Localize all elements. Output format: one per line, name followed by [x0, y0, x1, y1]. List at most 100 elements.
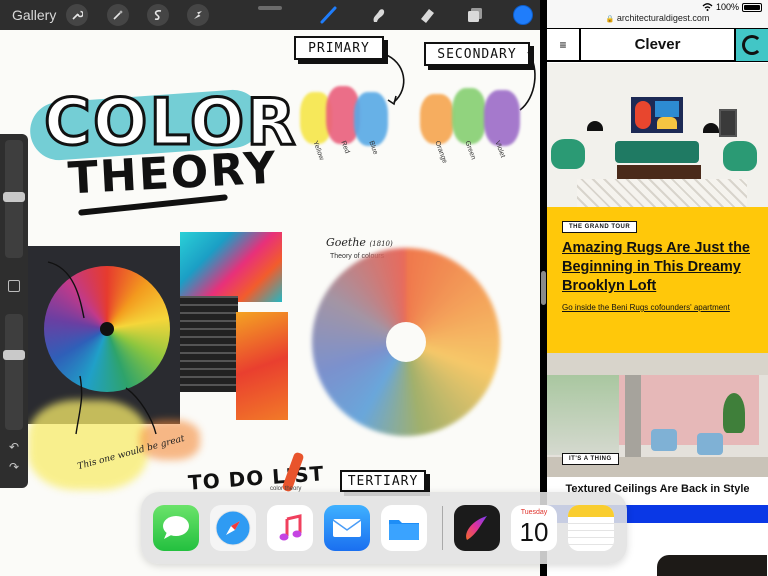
color-picker-button[interactable] — [513, 5, 533, 25]
article1-dek[interactable]: Go inside the Beni Rugs cofounders' apar… — [562, 303, 767, 312]
hamburger-menu-button[interactable]: ≡ — [547, 29, 581, 61]
battery-percent: 100% — [715, 2, 739, 12]
primary-banner: PRIMARY — [294, 36, 384, 60]
opacity-thumb[interactable] — [3, 350, 25, 360]
plant — [723, 393, 745, 433]
transform-arrow-icon — [194, 11, 202, 19]
notes-app[interactable] — [568, 505, 614, 551]
right-frame — [719, 109, 737, 137]
eraser-button[interactable] — [416, 4, 438, 26]
url-text: architecturaldigest.com — [616, 13, 710, 23]
wifi-icon — [702, 3, 713, 11]
primary-label: PRIMARY — [308, 40, 370, 56]
mail-app[interactable] — [324, 505, 370, 551]
swatch-orange — [420, 94, 454, 144]
pillow — [657, 555, 767, 576]
status-indicators: 100% — [702, 2, 762, 12]
procreate-toolbar: Gallery — [0, 0, 540, 30]
coffee-table — [617, 165, 701, 179]
article1-card[interactable]: THE GRAND TOUR Amazing Rugs Are Just the… — [547, 207, 768, 353]
article2-tag[interactable]: IT'S A THING — [562, 453, 619, 465]
blue-chair — [651, 429, 677, 451]
calendar-weekday: Tuesday — [520, 509, 548, 516]
dock-separator — [442, 506, 443, 550]
layers-icon — [468, 8, 482, 22]
goethe-year: (1810) — [369, 240, 393, 248]
music-note-icon — [279, 514, 302, 541]
smudge-icon — [373, 9, 385, 22]
battery-icon — [742, 2, 762, 12]
split-view-handle[interactable] — [541, 271, 546, 305]
opacity-slider[interactable] — [3, 314, 25, 430]
goethe-name: Goethe — [326, 236, 366, 249]
note-arrows — [47, 261, 157, 435]
address-bar[interactable]: 🔒 architecturaldigest.com — [547, 13, 768, 23]
brush-size-slider[interactable] — [3, 140, 25, 258]
speech-bubble-icon — [163, 516, 189, 539]
selection-icon — [154, 10, 162, 20]
selection-button[interactable] — [147, 4, 169, 26]
files-app[interactable] — [381, 505, 427, 551]
undo-button[interactable]: ↶ — [7, 440, 21, 454]
procreate-sidebar: ↶ ↷ — [0, 134, 28, 488]
window-left — [547, 375, 619, 455]
safari-app-icon[interactable] — [210, 505, 256, 551]
concrete-column — [625, 375, 641, 461]
redo-button[interactable]: ↷ — [7, 460, 21, 474]
site-brand[interactable]: Clever — [581, 36, 734, 53]
orange-photo — [236, 312, 288, 420]
music-app[interactable] — [267, 505, 313, 551]
eyedropper-button[interactable] — [8, 280, 20, 292]
toolbar-grabber[interactable] — [258, 6, 282, 10]
hamburger-icon: ≡ — [559, 38, 567, 52]
layers-button[interactable] — [464, 4, 486, 26]
calendar-app[interactable]: Tuesday 10 — [511, 505, 557, 551]
status-bar: 100% 🔒 architecturaldigest.com — [547, 0, 768, 28]
logo-c-icon — [742, 35, 762, 55]
eraser-icon — [421, 9, 434, 23]
swatch-green — [452, 88, 486, 144]
brush-stroke-icon — [466, 516, 487, 540]
site-header: ≡ Clever — [547, 28, 768, 62]
teal-photo — [180, 232, 282, 302]
gallery-button[interactable]: Gallery — [12, 7, 56, 23]
blue-chair-2 — [697, 433, 723, 455]
notes-header — [568, 505, 614, 517]
actions-button[interactable] — [66, 4, 88, 26]
swatch-violet — [484, 90, 520, 146]
safari-app: 100% 🔒 architecturaldigest.com ≡ Clever — [547, 0, 768, 576]
folder-icon — [389, 520, 419, 540]
article1-headline[interactable]: Amazing Rugs Are Just the Beginning in T… — [562, 239, 767, 296]
site-logo-button[interactable] — [734, 29, 768, 61]
wrench-icon — [72, 10, 83, 20]
lamp-right — [703, 123, 719, 133]
ipad-screen: COLOR THEORY PRIMARY SECONDARY Yellow Re… — [0, 0, 768, 576]
compass-icon — [215, 510, 251, 546]
wall-art — [631, 97, 683, 133]
green-chair-left — [551, 139, 585, 169]
lamp-left — [587, 121, 603, 131]
envelope-icon — [332, 519, 362, 537]
article1-tag[interactable]: THE GRAND TOUR — [562, 221, 638, 233]
smudge-button[interactable] — [368, 4, 390, 26]
procreate-app-icon[interactable] — [454, 505, 500, 551]
split-view-divider[interactable] — [540, 0, 547, 576]
adjustments-button[interactable] — [107, 4, 129, 26]
dark-stripes-photo — [180, 296, 238, 392]
procreate-app: COLOR THEORY PRIMARY SECONDARY Yellow Re… — [0, 0, 540, 576]
brush-button[interactable] — [318, 4, 340, 26]
green-chair-right — [723, 141, 757, 171]
notes-lines — [568, 517, 614, 551]
tertiary-banner: TERTIARY — [340, 470, 426, 492]
magic-wand-icon — [113, 10, 123, 20]
brush-size-thumb[interactable] — [3, 192, 25, 202]
article1-image[interactable] — [547, 63, 768, 207]
transform-button[interactable] — [187, 4, 209, 26]
article2-image[interactable]: IT'S A THING — [547, 353, 768, 477]
messages-app[interactable] — [153, 505, 199, 551]
textured-ceiling — [547, 353, 768, 375]
brush-icon — [320, 6, 337, 24]
sofa — [615, 141, 699, 163]
calendar-date: 10 — [519, 517, 549, 547]
swatch-blue — [354, 92, 388, 146]
